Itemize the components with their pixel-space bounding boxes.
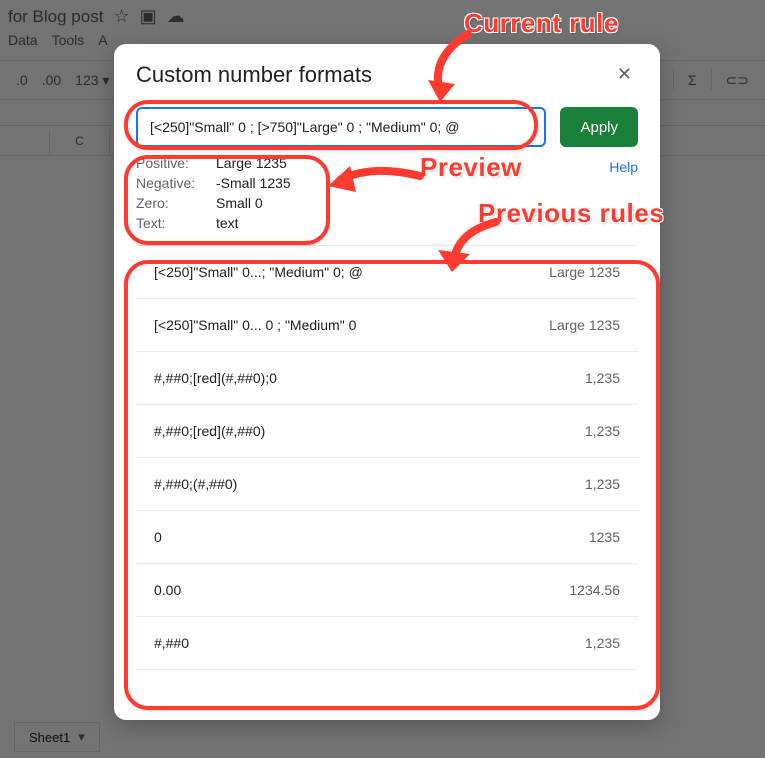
dialog-title: Custom number formats [136, 62, 372, 88]
rule-code: #,##0;(#,##0) [154, 476, 237, 492]
custom-number-formats-dialog: Custom number formats ✕ Apply Help Posit… [114, 44, 660, 720]
format-input[interactable] [136, 107, 546, 147]
preview-positive-label: Positive: [136, 155, 216, 171]
rule-sample: 1234.56 [569, 582, 620, 598]
rule-item[interactable]: [<250]"Small" 0...; "Medium" 0; @ Large 1… [136, 246, 638, 299]
rule-item[interactable]: 0 1235 [136, 511, 638, 564]
rule-code: 0 [154, 529, 162, 545]
rule-item[interactable]: #,##0 1,235 [136, 617, 638, 670]
rule-sample: Large 1235 [549, 317, 620, 333]
close-button[interactable]: ✕ [611, 60, 638, 89]
rule-item[interactable]: #,##0;[red](#,##0) 1,235 [136, 405, 638, 458]
rule-sample: 1235 [589, 529, 620, 545]
previous-rules-list: [<250]"Small" 0...; "Medium" 0; @ Large 1… [136, 245, 638, 706]
rule-code: #,##0 [154, 635, 189, 651]
rule-code: [<250]"Small" 0...; "Medium" 0; @ [154, 264, 363, 280]
anno-current-rule: Current rule [464, 8, 619, 39]
rule-item[interactable]: 0.00 1234.56 [136, 564, 638, 617]
rule-sample: 1,235 [585, 476, 620, 492]
preview-text-label: Text: [136, 215, 216, 231]
anno-preview: Preview [420, 152, 522, 183]
apply-button[interactable]: Apply [560, 107, 638, 147]
preview-negative-label: Negative: [136, 175, 216, 191]
rule-sample: 1,235 [585, 370, 620, 386]
preview-zero-label: Zero: [136, 195, 216, 211]
rule-code: #,##0;[red](#,##0) [154, 423, 265, 439]
close-icon: ✕ [617, 64, 632, 84]
rule-sample: Large 1235 [549, 264, 620, 280]
rule-code: [<250]"Small" 0... 0 ; "Medium" 0 [154, 317, 356, 333]
rule-code: 0.00 [154, 582, 181, 598]
rule-sample: 1,235 [585, 635, 620, 651]
rule-sample: 1,235 [585, 423, 620, 439]
rule-item[interactable]: #,##0;[red](#,##0);0 1,235 [136, 352, 638, 405]
rule-item[interactable]: [<250]"Small" 0... 0 ; "Medium" 0 Large 1… [136, 299, 638, 352]
rule-item[interactable]: #,##0;(#,##0) 1,235 [136, 458, 638, 511]
rule-code: #,##0;[red](#,##0);0 [154, 370, 277, 386]
anno-previous-rules: Previous rules [478, 198, 664, 229]
